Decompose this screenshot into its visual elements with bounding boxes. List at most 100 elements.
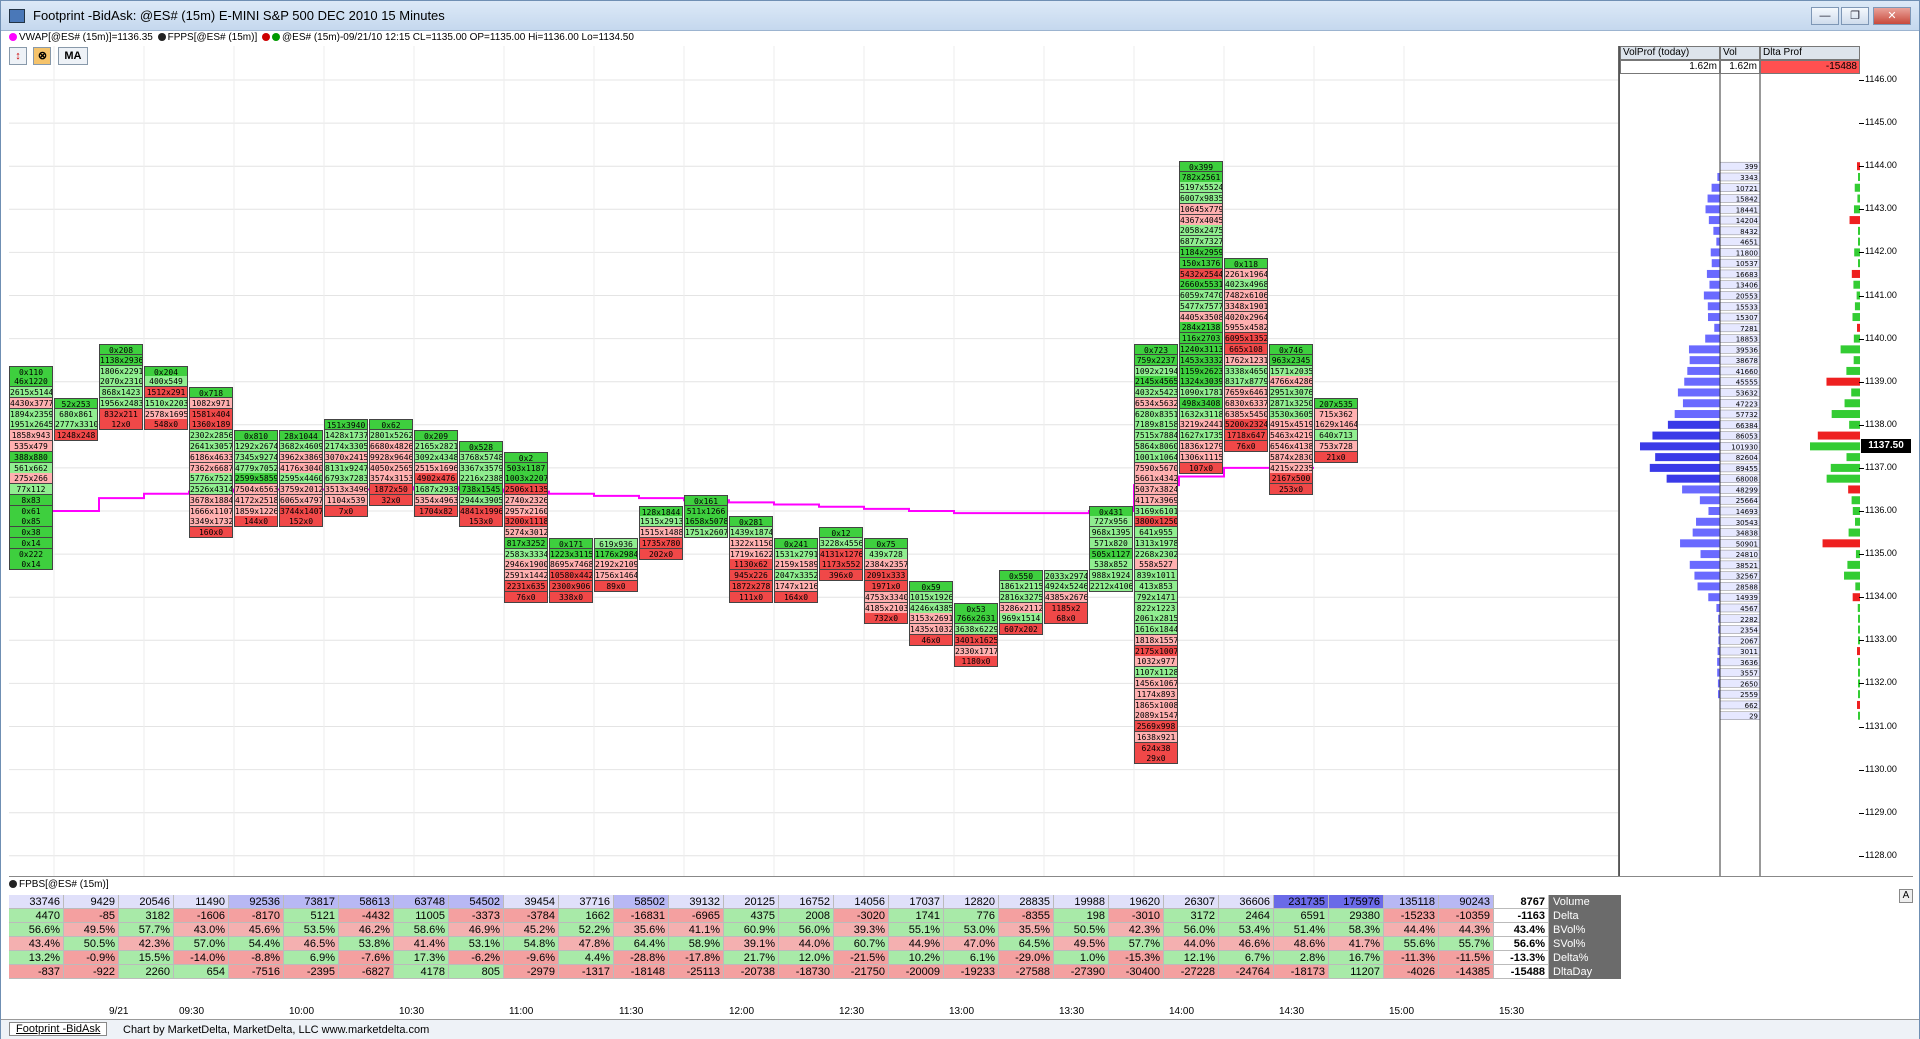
profile-label: 25664 xyxy=(1736,497,1759,505)
footprint-cell: 1629x1464 xyxy=(1314,419,1358,431)
current-price-badge: 1137.50 xyxy=(1861,439,1911,454)
scale-toggle-button[interactable]: A xyxy=(1899,889,1913,903)
fpbs-cell: 44.4% xyxy=(1384,923,1439,937)
fpbs-cell: -11.3% xyxy=(1384,951,1439,965)
profile-label: 50901 xyxy=(1736,540,1758,548)
fpbs-row: 33746 9429 20546 11490 92536 73817 58613 63748 5… xyxy=(9,895,1629,909)
price-axis[interactable]: 1146.00 1145.00 1144.00 1143.00 1142.00 1141.… xyxy=(1859,46,1913,876)
footprint-cell: 2033x2974 xyxy=(1044,570,1088,582)
footprint-cell: 5432x2544 xyxy=(1179,268,1223,280)
footprint-chart[interactable]: 0x110 46x1220 2615x5144 4430x3777 1894x2359 1… xyxy=(9,46,1619,876)
fpbs-cell: 29380 xyxy=(1329,909,1384,923)
profile-bar xyxy=(1707,194,1721,203)
footprint-cell: 640x713 xyxy=(1314,430,1358,442)
footprint-cell: 1861x2115 xyxy=(999,581,1043,593)
fpbs-cell: 20546 xyxy=(119,895,174,909)
price-tick-label: 1141.00 xyxy=(1865,289,1897,300)
footprint-cell: 0x528 xyxy=(459,440,503,452)
ohlc-readout[interactable]: @ES# (15m)-09/21/10 12:15 CL=1135.00 OP=… xyxy=(282,32,634,43)
fpbs-cell: -13.3% xyxy=(1494,951,1549,965)
arrow-tool-icon[interactable]: ↕ xyxy=(9,47,27,65)
footprint-cell: 2070x2310 xyxy=(99,376,143,388)
footprint-cell: 7482x6106 xyxy=(1224,290,1268,302)
footprint-cell: 1894x2359 xyxy=(9,408,53,420)
footprint-cell: 3682x4609 xyxy=(279,440,323,452)
profile-label: 4651 xyxy=(1740,239,1758,247)
footprint-cell: 3678x1884 xyxy=(189,494,233,506)
fpbs-cell: 43.4% xyxy=(1494,923,1549,937)
tab-footprint[interactable]: Footprint -BidAsk xyxy=(9,1022,108,1036)
profile-label: 14939 xyxy=(1736,594,1758,602)
footprint-cell: 6680x4826 xyxy=(369,440,413,452)
footprint-cell: 1872x50 xyxy=(369,484,413,496)
footprint-cell: 7659x6461 xyxy=(1224,387,1268,399)
footprint-cell: 535x479 xyxy=(9,440,53,452)
crosshair-tool-icon[interactable]: ⊗ xyxy=(33,47,52,65)
fpbs-cell: -28.8% xyxy=(614,951,669,965)
footprint-cell: 0x171 xyxy=(549,537,593,549)
fpbs-row-label: BVol% xyxy=(1549,923,1621,937)
footprint-cell: 2058x2475 xyxy=(1179,225,1223,237)
profile-bar xyxy=(1700,550,1721,559)
minimize-button[interactable]: — xyxy=(1811,7,1839,25)
footprint-cell: 498x3408 xyxy=(1179,397,1223,409)
profile-label: 86053 xyxy=(1736,433,1758,441)
fpbs-cell: 4.4% xyxy=(559,951,614,965)
fpbs-cell: 53.0% xyxy=(944,923,999,937)
footprint-cell: 988x1924 xyxy=(1089,570,1133,582)
profile-label: 2067 xyxy=(1740,637,1758,645)
footprint-cell: 1581x404 xyxy=(189,408,233,420)
fpbs-row: -837 -922 2260 654 -7516 -2395 -6827 4178 805 -29… xyxy=(9,965,1629,979)
fpbs-cell: 2464 xyxy=(1219,909,1274,923)
profile-label: 3557 xyxy=(1740,670,1758,678)
title-bar[interactable]: Footprint -BidAsk: @ES# (15m) E-MINI S&P… xyxy=(1,1,1919,31)
restore-button[interactable]: ❐ xyxy=(1841,7,1869,25)
fpbs-label: FPBS[@ES# (15m)] xyxy=(9,879,109,890)
fpbs-cell: 1662 xyxy=(559,909,614,923)
ma-button[interactable]: MA xyxy=(57,47,88,65)
profile-label: 2650 xyxy=(1740,680,1758,688)
fpbs-cell: 55.7% xyxy=(1439,937,1494,951)
footprint-cell: 0x75 xyxy=(864,537,908,549)
footprint-cell: 3219x2441 xyxy=(1179,419,1223,431)
fpbs-cell: -20738 xyxy=(724,965,779,979)
price-tick-mark xyxy=(1859,424,1864,426)
footprint-cell: 1818x1557 xyxy=(1134,634,1178,646)
price-tick-mark xyxy=(1859,812,1864,814)
footprint-cell: 3367x3579 xyxy=(459,462,503,474)
vwap-readout[interactable]: VWAP[@ES# (15m)]=1136.35 xyxy=(19,32,153,43)
fpbs-cell: 36606 xyxy=(1219,895,1274,909)
footprint-cell: 3574x3153 xyxy=(369,473,413,485)
fpps-readout[interactable]: FPPS[@ES# (15m)] xyxy=(168,32,258,43)
fpbs-cell: 3172 xyxy=(1164,909,1219,923)
fpbs-cell: 55.6% xyxy=(1384,937,1439,951)
footprint-cell: 1223x3115 xyxy=(549,548,593,560)
footprint-cell: 1003x2207 xyxy=(504,473,548,485)
footprint-cell: 5463x4219 xyxy=(1269,430,1313,442)
footprint-cell: 766x2631 xyxy=(954,613,998,625)
fpbs-cell: 17037 xyxy=(889,895,944,909)
profile-label: 14204 xyxy=(1736,217,1759,225)
footprint-cell: 817x3252 xyxy=(504,537,548,549)
close-button[interactable]: ✕ xyxy=(1873,7,1911,25)
footprint-cell: 12x0 xyxy=(99,419,143,431)
footprint-cell: 2569x998 xyxy=(1134,721,1178,733)
profile-label: 28588 xyxy=(1736,583,1758,591)
fpbs-cell: 54.8% xyxy=(504,937,559,951)
fpbs-cell: -21750 xyxy=(834,965,889,979)
footprint-cell: 1173x552 xyxy=(819,559,863,571)
footprint-cell: 1159x2623 xyxy=(1179,365,1223,377)
footprint-cell: 1176x2984 xyxy=(594,548,638,560)
footprint-cell: 7345x9274 xyxy=(234,451,278,463)
price-tick-mark xyxy=(1859,381,1864,383)
footprint-cell: 5776x7521 xyxy=(189,473,233,485)
footprint-cell: 503x1187 xyxy=(504,462,548,474)
footprint-cell: 0x810 xyxy=(234,430,278,442)
fpbs-cell: 5121 xyxy=(284,909,339,923)
profile-label: 13406 xyxy=(1736,282,1759,290)
footprint-cell: 2165x2821 xyxy=(414,440,458,452)
footprint-cell: 1531x2791 xyxy=(774,548,818,560)
fpbs-label-text[interactable]: FPBS[@ES# (15m)] xyxy=(19,879,109,890)
profile-bar xyxy=(1706,269,1721,278)
footprint-cell: 0x399 xyxy=(1179,160,1223,172)
